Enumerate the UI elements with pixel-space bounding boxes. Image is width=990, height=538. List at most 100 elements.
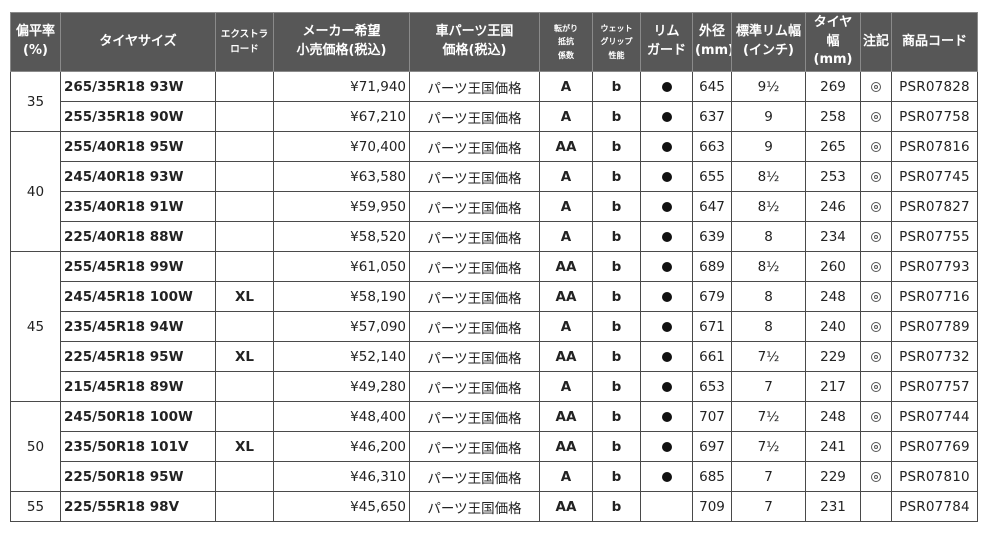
filled-circle-icon [661, 291, 672, 302]
table-header: 偏平率 (%) タイヤサイズ エクストラ ロード メーカー希望 小売価格(税込) 車パ… [10, 12, 978, 72]
shop-price-cell: パーツ王国価格 [409, 491, 540, 522]
table-row: 215/45R18 89W ¥49,280 パーツ王国価格 Ab 653 7 217 PSR0… [11, 371, 978, 402]
wet-grip-cell: b [592, 401, 641, 432]
tire-width-cell: 260 [805, 251, 861, 282]
product-code-cell: PSR07769 [891, 431, 978, 462]
outer-diameter-cell: 661 [692, 341, 732, 372]
rim-guard-cell [640, 131, 693, 162]
tire-size-cell: 255/45R18 99W [60, 251, 216, 282]
outer-diameter-cell: 645 [692, 71, 732, 102]
outer-diameter-cell: 685 [692, 461, 732, 492]
rolling-resistance-cell: A [539, 191, 593, 222]
rim-width-cell: 7½ [731, 431, 806, 462]
rim-guard-cell [640, 71, 693, 102]
outer-diameter-cell: 709 [692, 491, 732, 522]
header-rolling: 転がり 抵抗 係数 [539, 12, 593, 72]
tire-size-cell: 235/45R18 94W [60, 311, 216, 342]
filled-circle-icon [661, 381, 672, 392]
product-code-cell: PSR07810 [891, 461, 978, 492]
table-row: 255/35R18 90W ¥67,210 パーツ王国価格 Ab 637 9 258 PSR0… [11, 101, 978, 132]
wet-grip-cell: b [592, 281, 641, 312]
table-row: 225/45R18 95W XL ¥52,140 パーツ王国価格 AA b 661 7½ 229… [11, 341, 978, 372]
rolling-resistance-cell: A [539, 71, 593, 102]
note-cell [860, 461, 892, 492]
rim-guard-cell [640, 191, 693, 222]
note-cell [860, 281, 892, 312]
rim-width-cell: 8½ [731, 161, 806, 192]
double-circle-icon [871, 351, 881, 362]
tire-size-cell: 245/40R18 93W [60, 161, 216, 192]
filled-circle-icon [661, 351, 672, 362]
table-row: 225/40R18 88W ¥58,520 パーツ王国価格 Ab 639 8 234 PSR0… [11, 221, 978, 252]
tire-size-cell: 225/40R18 88W [60, 221, 216, 252]
filled-circle-icon [661, 321, 672, 332]
maker-price-cell: ¥61,050 [273, 251, 410, 282]
rolling-resistance-cell: AA [539, 431, 593, 462]
maker-price-cell: ¥46,200 [273, 431, 410, 462]
table-row: 55 225/55R18 98V ¥45,650 パーツ王国価格 AA b 709 7 231 P… [10, 491, 978, 522]
rim-width-cell: 8 [731, 311, 806, 342]
extra-load-cell [215, 191, 274, 222]
tire-size-cell: 225/55R18 98V [60, 491, 216, 522]
double-circle-icon [871, 291, 881, 302]
product-code-cell: PSR07816 [891, 131, 978, 162]
note-cell [860, 101, 892, 132]
rim-width-cell: 7 [731, 491, 806, 522]
maker-price-cell: ¥58,190 [273, 281, 410, 312]
extra-load-cell: XL [215, 431, 274, 462]
table-row: 245/45R18 100W XL ¥58,190 パーツ王国価格 AA b 679 8 248… [11, 281, 978, 312]
product-code-cell: PSR07757 [891, 371, 978, 402]
note-cell [860, 311, 892, 342]
table-row: 40 255/40R18 95W ¥70,400 パーツ王国価格 AA b 663 9 265 P… [10, 131, 978, 252]
product-code-cell: PSR07744 [891, 401, 978, 432]
tire-width-cell: 246 [805, 191, 861, 222]
aspect-ratio-cell: 35 [10, 71, 61, 132]
shop-price-cell: パーツ王国価格 [409, 431, 540, 462]
rim-guard-cell [640, 101, 693, 132]
header-aspect: 偏平率 (%) [10, 12, 61, 72]
rolling-resistance-cell: AA [539, 341, 593, 372]
double-circle-icon [871, 471, 881, 482]
table-row: 235/45R18 94W ¥57,090 パーツ王国価格 Ab 671 8 240 PSR0… [11, 311, 978, 342]
header-maker-price: メーカー希望 小売価格(税込) [273, 12, 410, 72]
rim-guard-cell [640, 221, 693, 252]
header-wet: ウェット グリップ 性能 [592, 12, 641, 72]
product-code-cell: PSR07732 [891, 341, 978, 372]
header-rim-width: 標準リム幅 (インチ) [731, 12, 806, 72]
tire-width-cell: 229 [805, 461, 861, 492]
table-row: 235/40R18 91W ¥59,950 パーツ王国価格 Ab 647 8½ 246 PSR… [11, 191, 978, 222]
filled-circle-icon [661, 141, 672, 152]
tire-width-cell: 248 [805, 281, 861, 312]
maker-price-cell: ¥63,580 [273, 161, 410, 192]
rim-guard-cell [640, 311, 693, 342]
shop-price-cell: パーツ王国価格 [409, 131, 540, 162]
rim-guard-cell [640, 341, 693, 372]
double-circle-icon [871, 201, 881, 212]
double-circle-icon [871, 411, 881, 422]
double-circle-icon [871, 81, 881, 92]
shop-price-cell: パーツ王国価格 [409, 251, 540, 282]
maker-price-cell: ¥52,140 [273, 341, 410, 372]
outer-diameter-cell: 671 [692, 311, 732, 342]
rim-width-cell: 9 [731, 101, 806, 132]
tire-size-cell: 235/40R18 91W [60, 191, 216, 222]
tire-size-cell: 235/50R18 101V [60, 431, 216, 462]
rolling-resistance-cell: AA [539, 491, 593, 522]
rolling-resistance-cell: AA [539, 131, 593, 162]
header-rim-guard: リム ガード [640, 12, 693, 72]
double-circle-icon [871, 381, 881, 392]
rim-width-cell: 7½ [731, 401, 806, 432]
rim-guard-cell [640, 401, 693, 432]
maker-price-cell: ¥49,280 [273, 371, 410, 402]
tire-size-cell: 225/45R18 95W [60, 341, 216, 372]
rim-width-cell: 8 [731, 281, 806, 312]
filled-circle-icon [661, 111, 672, 122]
tire-width-cell: 229 [805, 341, 861, 372]
rim-width-cell: 7 [731, 461, 806, 492]
filled-circle-icon [661, 81, 672, 92]
rolling-resistance-cell: A [539, 311, 593, 342]
maker-price-cell: ¥45,650 [273, 491, 410, 522]
outer-diameter-cell: 697 [692, 431, 732, 462]
wet-grip-cell: b [592, 221, 641, 252]
outer-diameter-cell: 653 [692, 371, 732, 402]
